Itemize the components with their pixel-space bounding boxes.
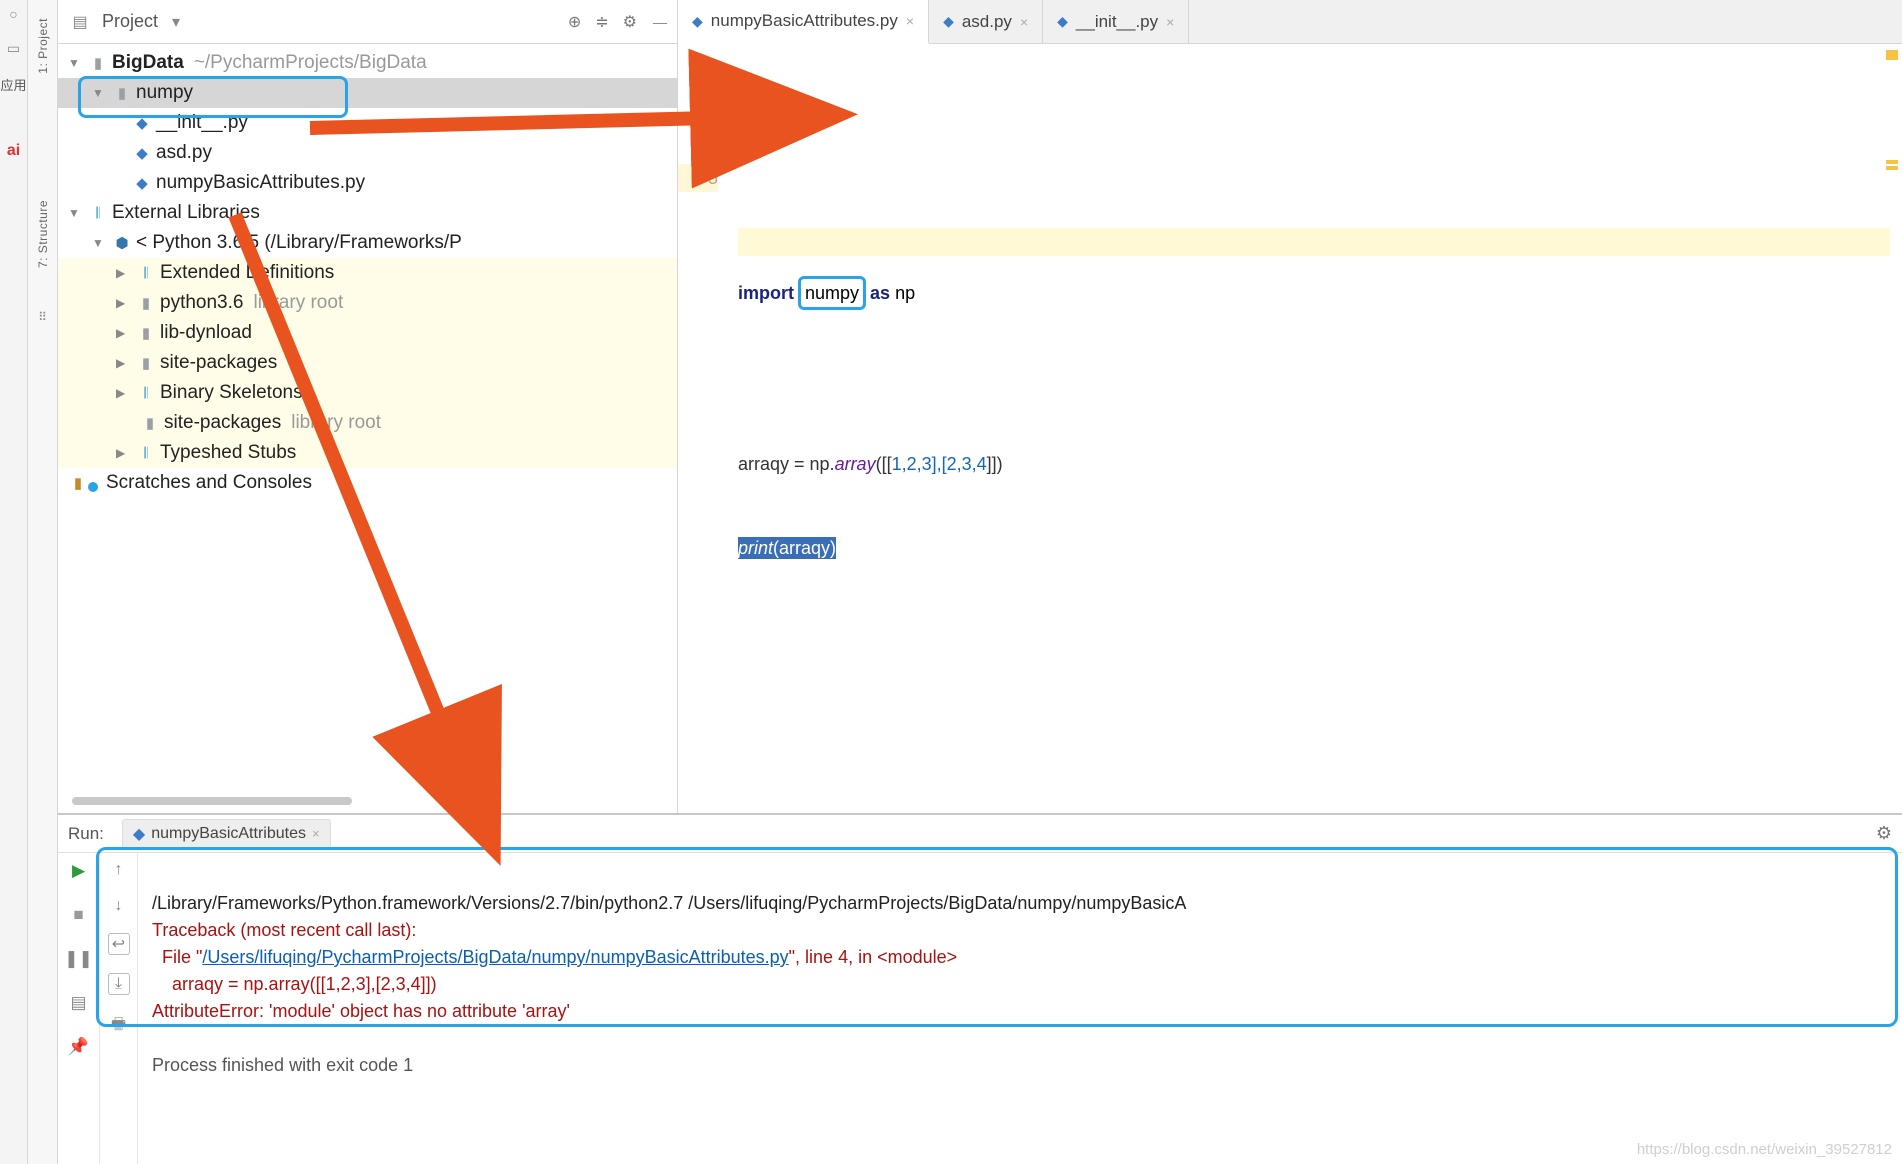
project-panel: ▤ Project ▾ ⊕ ≑ ⚙ — ▼▮ BigData ~/Pycharm… [58,0,678,813]
logo-icon: ai [7,142,20,160]
hide-panel-icon[interactable]: — [653,14,667,30]
circle-icon: ○ [9,6,17,22]
run-pause-icon[interactable]: ❚❚ [64,949,93,969]
folder-icon[interactable]: ▭ [7,40,20,57]
rail-project[interactable]: 1: Project [36,18,50,74]
watermark: https://blog.csdn.net/weixin_39527812 [1637,1141,1892,1158]
warning-marker[interactable] [1886,50,1898,60]
editor-body[interactable]: 1 2 3 4 5 importnumpyas np arraqy = np.a… [678,44,1902,813]
python-file-icon: ◆ [1057,13,1068,30]
locate-icon[interactable]: ⊕ [568,12,581,32]
editor-area: ◆ numpyBasicAttributes.py × ◆ asd.py × ◆… [678,0,1902,813]
tree-lib-dynload[interactable]: ▶▮ lib-dynload [58,318,677,348]
horizontal-scrollbar[interactable] [72,797,352,805]
run-tab[interactable]: ◆ numpyBasicAttributes × [122,819,331,849]
close-icon[interactable]: × [1166,14,1174,30]
project-view-icon[interactable]: ▤ [68,10,92,34]
app-hint: 应用 [0,75,26,94]
project-title: Project [102,11,158,32]
run-layout-icon[interactable]: ▤ [70,993,86,1013]
tree-numpy-folder[interactable]: ▼▮ numpy [58,78,677,108]
current-line-highlight [738,228,1890,256]
traceback-file-link[interactable]: /Users/lifuqing/PycharmProjects/BigData/… [202,947,788,967]
run-subtoolbar: ↑ ↓ ↩ ⤓ 🖶 [100,853,138,1164]
console-traceback: Traceback (most recent call last): [152,920,416,940]
code-line-4: arraqy = np.array([[1,2,3],[2,3,4]]) [738,450,1890,478]
scroll-down-icon[interactable]: ↓ [115,897,123,915]
run-panel: Run: ◆ numpyBasicAttributes × ⚙ ▶ ■ ❚❚ ▤… [58,814,1902,1164]
project-tree[interactable]: ▼▮ BigData ~/PycharmProjects/BigData ▼▮ … [58,44,677,791]
tree-site-packages[interactable]: ▶▮ site-packages [58,348,677,378]
python-file-icon: ◆ [943,13,954,30]
python-file-icon: ◆ [692,13,703,30]
tool-rail: 1: Project 7: Structure ⠿ [28,0,58,1164]
console-line-cmd: /Library/Frameworks/Python.framework/Ver… [152,893,1186,913]
tree-root[interactable]: ▼▮ BigData ~/PycharmProjects/BigData [58,48,677,78]
run-stop-icon[interactable]: ■ [73,905,83,925]
far-left-rail: ○ ▭ 应用 ai [0,0,28,1164]
run-pin-icon[interactable]: 📌 [68,1037,89,1057]
gear-icon[interactable]: ⚙ [1876,823,1892,844]
close-icon[interactable]: × [312,826,320,841]
scroll-up-icon[interactable]: ↑ [115,861,123,879]
tab-asd[interactable]: ◆ asd.py × [929,0,1043,43]
project-header: ▤ Project ▾ ⊕ ≑ ⚙ — [58,0,677,44]
run-play-icon[interactable]: ▶ [72,861,85,881]
console-file-line: File "/Users/lifuqing/PycharmProjects/Bi… [152,947,957,967]
run-toolbar: ▶ ■ ❚❚ ▤ 📌 [58,853,100,1164]
python-file-icon: ◆ [133,824,145,844]
print-icon[interactable]: 🖶 [111,1013,126,1040]
console-exit: Process finished with exit code 1 [152,1055,413,1075]
line-gutter: 1 2 3 4 5 [678,44,728,813]
tree-file-init[interactable]: ◆ __init__.py [58,108,677,138]
tab-init[interactable]: ◆ __init__.py × [1043,0,1189,43]
code-line-2: importnumpyas np [738,276,1890,310]
warning-marker[interactable] [1886,166,1898,170]
close-icon[interactable]: × [906,13,914,29]
tree-python-env[interactable]: ▼⬢ < Python 3.6.5 (/Library/Frameworks/P [58,228,677,258]
console-output[interactable]: /Library/Frameworks/Python.framework/Ver… [138,853,1902,1164]
collapse-icon[interactable]: ≑ [595,12,608,32]
tree-file-attrs[interactable]: ◆ numpyBasicAttributes.py [58,168,677,198]
soft-wrap-icon[interactable]: ↩ [108,933,130,955]
tree-ext-defs[interactable]: ▶𝄃 Extended Definitions [58,258,677,288]
rail-structure[interactable]: 7: Structure [36,200,50,268]
tree-python36[interactable]: ▶▮ python3.6 library root [58,288,677,318]
run-header: Run: ◆ numpyBasicAttributes × ⚙ [58,815,1902,853]
tree-site-packages-2[interactable]: ▮ site-packages library root [58,408,677,438]
tree-ext-libs[interactable]: ▼𝄃 External Libraries [58,198,677,228]
tree-file-asd[interactable]: ◆ asd.py [58,138,677,168]
tree-typeshed[interactable]: ▶𝄃 Typeshed Stubs [58,438,677,468]
scroll-end-icon[interactable]: ⤓ [108,973,130,995]
tab-numpy-attrs[interactable]: ◆ numpyBasicAttributes.py × [678,0,929,44]
console-attr-error: AttributeError: 'module' object has no a… [152,1001,570,1021]
code-line-3 [738,366,1890,394]
editor-markers [1886,50,1898,172]
rail-dots-icon: ⠿ [38,310,47,324]
code-line-5: print(arraqy) [738,534,1890,562]
code-area[interactable]: importnumpyas np arraqy = np.array([[1,2… [728,44,1902,813]
code-line-1 [738,192,1890,220]
chevron-down-icon[interactable]: ▾ [172,12,180,32]
tree-binary-skeletons[interactable]: ▶𝄃 Binary Skeletons [58,378,677,408]
tree-scratches[interactable]: ▮ Scratches and Consoles [58,468,677,498]
annotation-box-numpy: numpy [798,276,866,310]
run-label: Run: [68,824,104,844]
editor-tabs: ◆ numpyBasicAttributes.py × ◆ asd.py × ◆… [678,0,1902,44]
close-icon[interactable]: × [1020,14,1028,30]
console-code-line: arraqy = np.array([[1,2,3],[2,3,4]]) [152,974,437,994]
warning-marker[interactable] [1886,160,1898,164]
gear-icon[interactable]: ⚙ [623,12,637,32]
